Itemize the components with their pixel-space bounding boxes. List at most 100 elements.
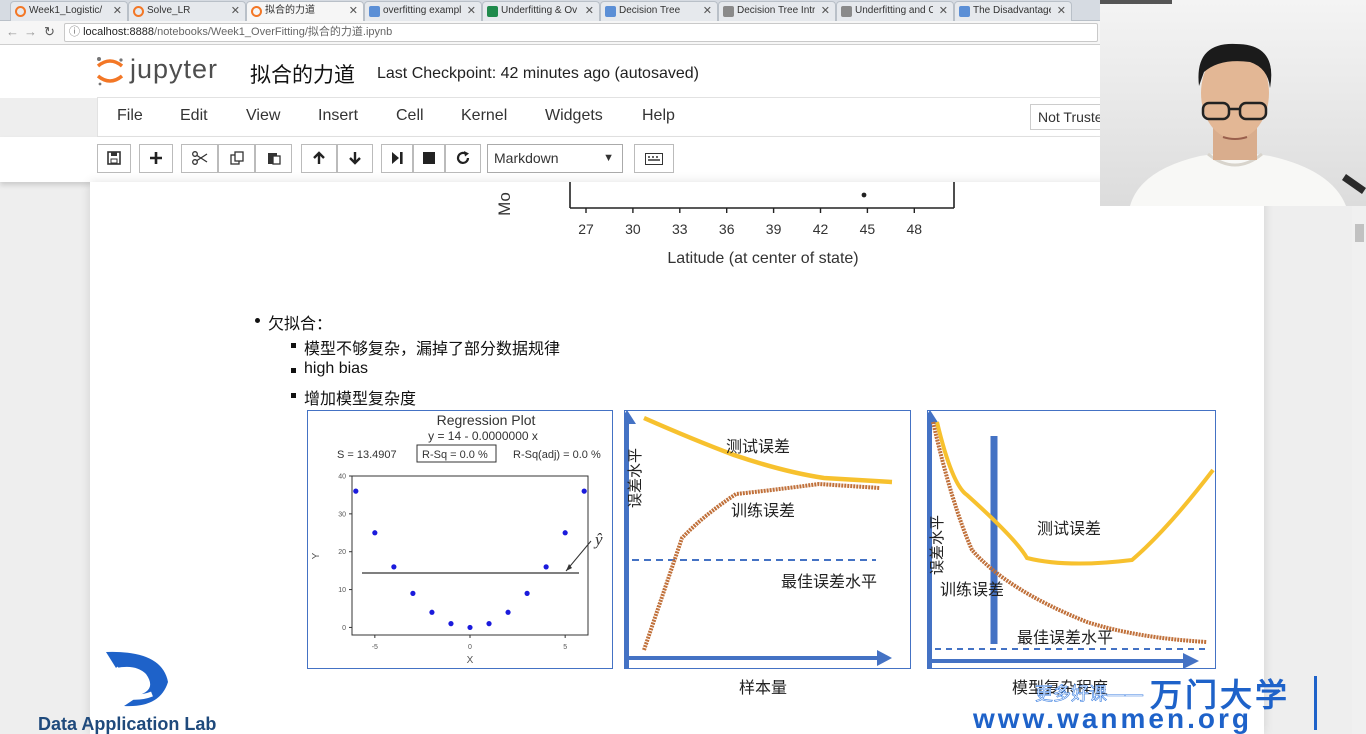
sub-bullet: 增加模型复杂度	[304, 391, 417, 408]
save-button[interactable]	[97, 144, 131, 173]
browser-tab[interactable]: Decision Tree Intr ✕	[718, 1, 836, 21]
close-icon[interactable]: ✕	[1057, 2, 1066, 20]
bullet-square	[291, 343, 296, 348]
url-field[interactable]: ⓘ localhost:8888/notebooks/Week1_OverFit…	[64, 23, 1098, 42]
insert-cell-button[interactable]	[139, 144, 173, 173]
menu-insert[interactable]: Insert	[318, 107, 358, 125]
move-up-button[interactable]	[301, 144, 337, 173]
close-icon[interactable]: ✕	[821, 2, 830, 20]
jupyter-icon	[251, 6, 262, 17]
interrupt-button[interactable]	[413, 144, 445, 173]
scrollbar-thumb[interactable]	[1355, 224, 1364, 242]
tab-title: Decision Tree	[619, 5, 681, 16]
tick-label: 39	[766, 221, 782, 237]
sub-bullet: 模型不够复杂，漏掉了部分数据规律	[304, 341, 561, 358]
sub-bullet: high bias	[304, 360, 369, 377]
menu-cell[interactable]: Cell	[396, 107, 424, 125]
run-button[interactable]	[381, 144, 413, 173]
bullet-square	[291, 393, 296, 398]
s-stat: S = 13.4907	[337, 449, 397, 461]
back-arrow-icon[interactable]: ←	[6, 24, 19, 39]
sheet-icon	[487, 6, 498, 17]
tick-label: -5	[372, 644, 378, 651]
browser-tab[interactable]: Decision Tree ✕	[600, 1, 718, 21]
watermark-url: www.wanmen.org	[973, 703, 1252, 734]
rsq-adj-stat: R-Sq(adj) = 0.0 %	[513, 449, 601, 461]
checkpoint-status: Last Checkpoint: 42 minutes ago (autosav…	[377, 65, 699, 82]
move-down-button[interactable]	[337, 144, 373, 173]
bullet-square	[291, 368, 296, 373]
jupyter-logo-icon[interactable]	[95, 55, 125, 87]
train-error-label: 训练误差	[731, 501, 795, 520]
tick-label: 36	[719, 221, 735, 237]
tick-label: 48	[907, 221, 923, 237]
data-point	[562, 530, 568, 536]
browser-tab[interactable]: Underfitting and C ✕	[836, 1, 954, 21]
page-icon	[841, 6, 852, 17]
menu-edit[interactable]: Edit	[180, 107, 208, 125]
close-icon[interactable]: ✕	[585, 2, 594, 20]
reload-icon[interactable]: ↻	[44, 24, 55, 40]
page-icon	[959, 6, 970, 17]
close-icon[interactable]: ✕	[113, 2, 122, 20]
tick-label: 30	[338, 511, 346, 518]
close-icon[interactable]: ✕	[231, 2, 240, 20]
menu-widgets[interactable]: Widgets	[545, 107, 603, 125]
notebook-toolbar: Markdown ▼	[0, 137, 1100, 182]
data-point	[391, 564, 397, 570]
command-palette-button[interactable]	[634, 144, 674, 173]
jupyter-wordmark: jupyter	[130, 54, 219, 84]
tab-title: Week1_Logistic/	[29, 5, 103, 16]
data-point	[543, 564, 549, 570]
regression-plot: Regression Plot y = 14 - 0.0000000 x S =…	[307, 410, 613, 669]
best-error-label: 最佳误差水平	[781, 572, 877, 591]
paste-button[interactable]	[255, 144, 292, 173]
tab-title: The Disadvantage	[973, 5, 1051, 16]
forward-arrow-icon[interactable]: →	[24, 24, 37, 39]
regression-title: Regression Plot	[437, 412, 536, 428]
notebook-name[interactable]: 拟合的力道	[250, 59, 355, 89]
data-point	[372, 530, 378, 536]
close-icon[interactable]: ✕	[349, 2, 358, 20]
browser-tab[interactable]: Solve_LR ✕	[128, 1, 246, 21]
tick-label: 45	[860, 221, 876, 237]
save-icon	[107, 151, 121, 165]
menu-kernel[interactable]: Kernel	[461, 107, 507, 125]
browser-tab[interactable]: Underfitting & Ov ✕	[482, 1, 600, 21]
data-point	[467, 624, 473, 631]
sample-size-error-chart: 测试误差 训练误差 最佳误差水平 误差水平 样本量	[624, 410, 911, 697]
data-point	[861, 192, 867, 198]
caret-down-icon: ▼	[603, 152, 614, 164]
regression-equation: y = 14 - 0.0000000 x	[428, 429, 538, 443]
menu-view[interactable]: View	[246, 107, 280, 125]
restart-button[interactable]	[445, 144, 481, 173]
close-icon[interactable]: ✕	[703, 2, 712, 20]
tick-label: 20	[338, 549, 346, 556]
page-scrollbar[interactable]	[1352, 182, 1366, 734]
cell-type-select[interactable]: Markdown ▼	[487, 144, 623, 173]
menu-file[interactable]: File	[117, 107, 143, 125]
trust-indicator[interactable]: Not Trusted	[1030, 104, 1110, 130]
scissors-icon	[191, 151, 207, 165]
copy-icon	[229, 151, 244, 165]
close-icon[interactable]: ✕	[467, 2, 476, 20]
tick-label: 33	[672, 221, 688, 237]
cell-type-value: Markdown	[494, 150, 559, 166]
page-icon	[723, 6, 734, 17]
browser-tab[interactable]: Week1_Logistic/ ✕	[10, 1, 128, 21]
browser-tab[interactable]: overfitting exampl ✕	[364, 1, 482, 21]
close-icon[interactable]: ✕	[939, 2, 948, 20]
copy-button[interactable]	[218, 144, 255, 173]
menu-help[interactable]: Help	[642, 107, 675, 125]
jupyter-icon	[133, 6, 144, 17]
regression-y-label: Y	[311, 552, 322, 559]
tab-title: Underfitting & Ov	[501, 5, 578, 16]
tick-label: 0	[342, 625, 346, 632]
tick-label: 27	[578, 221, 594, 237]
browser-tab[interactable]: The Disadvantage ✕	[954, 1, 1072, 21]
browser-tab-active[interactable]: 拟合的力道 ✕	[246, 1, 364, 21]
y-hat-label: ŷ	[593, 530, 603, 549]
chart-x-label: Latitude (at center of state)	[667, 250, 858, 267]
data-point	[505, 609, 511, 615]
cut-button[interactable]	[181, 144, 218, 173]
